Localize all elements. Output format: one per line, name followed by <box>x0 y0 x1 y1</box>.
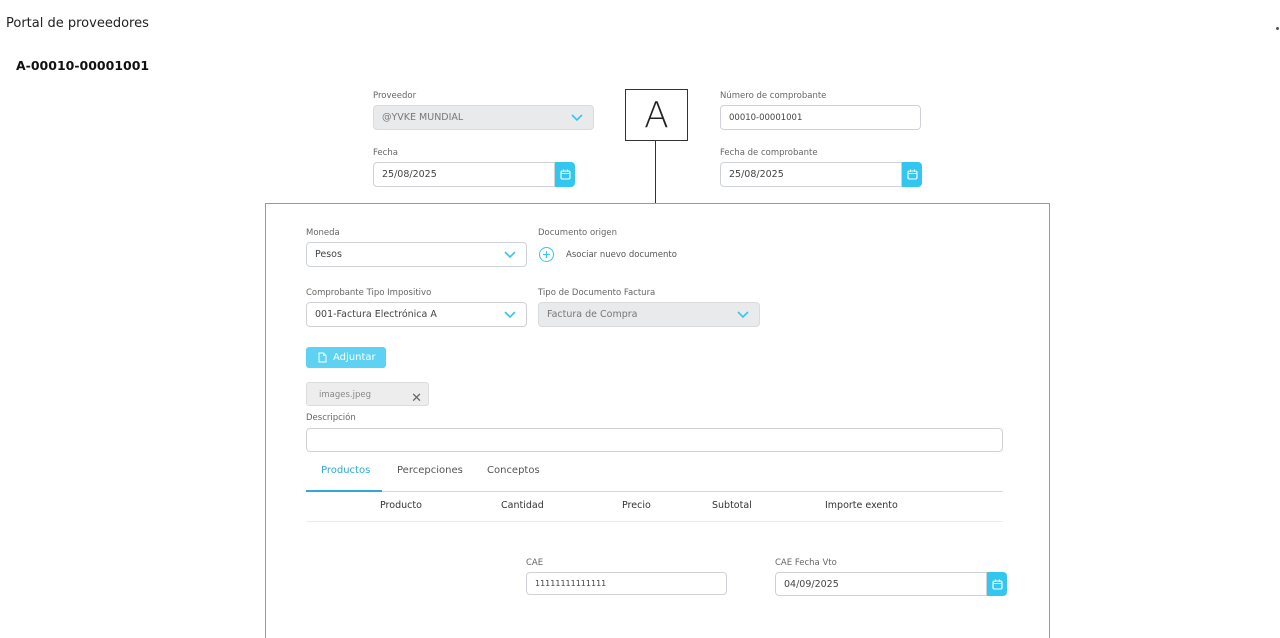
cae-label: CAE <box>526 558 544 568</box>
attach-button[interactable]: Adjuntar <box>306 347 386 368</box>
proveedor-label: Proveedor <box>373 91 417 101</box>
chevron-down-icon <box>504 310 516 318</box>
fecha-comprobante-value: 25/08/2025 <box>729 169 784 180</box>
cae-fecha-value: 04/09/2025 <box>784 578 839 590</box>
column-header-importe-exento: Importe exento <box>825 500 898 511</box>
fecha-value: 25/08/2025 <box>382 169 437 180</box>
tab-percepciones[interactable]: Percepciones <box>397 465 463 476</box>
numero-comprobante-label: Número de comprobante <box>720 91 827 101</box>
proveedor-value: @YVKE MUNDIAL <box>382 112 464 123</box>
calendar-icon <box>906 169 918 180</box>
asociar-documento-link[interactable]: Asociar nuevo documento <box>566 250 677 260</box>
cae-value: 11111111111111 <box>535 579 607 588</box>
moneda-label: Moneda <box>306 228 340 238</box>
annotation-letter-box: A <box>625 89 688 141</box>
moneda-select[interactable]: Pesos <box>306 242 527 267</box>
numero-comprobante-input[interactable]: 00010-00001001 <box>720 105 921 130</box>
attached-file-name: images.jpeg <box>319 390 371 400</box>
column-header-cantidad: Cantidad <box>501 500 544 511</box>
comprobante-tipo-value: 001-Factura Electrónica A <box>315 309 437 320</box>
remove-file-icon[interactable]: ✕ <box>411 392 422 405</box>
calendar-icon <box>559 169 571 180</box>
fecha-comprobante-label: Fecha de comprobante <box>720 148 818 158</box>
fecha-calendar-button[interactable] <box>555 162 575 187</box>
cae-input[interactable]: 11111111111111 <box>526 572 727 595</box>
tab-productos[interactable]: Productos <box>321 465 370 476</box>
comprobante-tipo-select[interactable]: 001-Factura Electrónica A <box>306 302 527 327</box>
attached-file-chip: images.jpeg ✕ <box>306 382 429 406</box>
cae-fecha-label: CAE Fecha Vto <box>775 558 837 568</box>
documento-origen-label: Documento origen <box>538 228 618 238</box>
calendar-icon <box>991 579 1003 590</box>
moneda-value: Pesos <box>315 249 342 260</box>
fecha-label: Fecha <box>373 148 398 158</box>
column-header-subtotal: Subtotal <box>712 500 752 511</box>
active-tab-indicator <box>306 490 382 492</box>
cae-fecha-input[interactable]: 04/09/2025 <box>775 572 987 596</box>
comprobante-tipo-label: Comprobante Tipo Impositivo <box>306 288 432 298</box>
fecha-input[interactable]: 25/08/2025 <box>373 162 555 187</box>
annotation-connector-line <box>655 141 656 204</box>
fecha-comprobante-calendar-button[interactable] <box>902 162 922 187</box>
cae-fecha-calendar-button[interactable] <box>987 572 1007 596</box>
numero-comprobante-value: 00010-00001001 <box>729 112 803 123</box>
table-header-divider <box>306 521 1003 522</box>
tipo-documento-select[interactable]: Factura de Compra <box>538 302 760 327</box>
tab-conceptos[interactable]: Conceptos <box>487 465 540 476</box>
portal-title: Portal de proveedores <box>6 16 149 31</box>
proveedor-select[interactable]: @YVKE MUNDIAL <box>373 105 594 130</box>
chevron-down-icon <box>737 310 749 318</box>
tabs-divider <box>306 491 1003 492</box>
fecha-comprobante-input[interactable]: 25/08/2025 <box>720 162 902 187</box>
tipo-documento-value: Factura de Compra <box>547 309 638 320</box>
chevron-down-icon <box>571 113 583 121</box>
column-header-precio: Precio <box>622 500 651 511</box>
attach-button-label: Adjuntar <box>333 352 376 363</box>
descripcion-label: Descripción <box>306 413 356 423</box>
document-id: A-00010-00001001 <box>16 58 150 73</box>
tipo-documento-label: Tipo de Documento Factura <box>538 288 656 298</box>
column-header-producto: Producto <box>380 500 422 511</box>
file-icon <box>318 352 327 363</box>
chevron-down-icon <box>504 250 516 258</box>
descripcion-input[interactable] <box>306 428 1003 452</box>
edge-mark <box>1276 27 1279 30</box>
